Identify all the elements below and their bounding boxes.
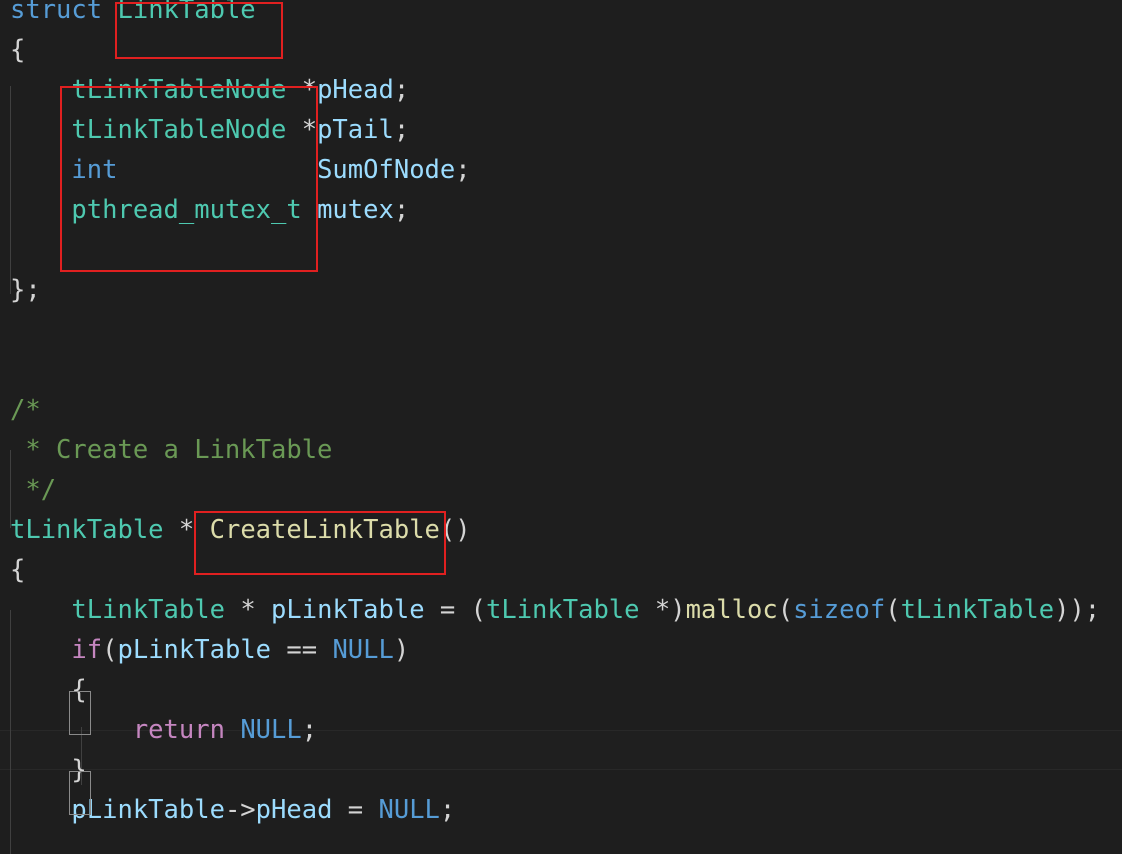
code-token: ( [885, 595, 901, 625]
code-token: ) [670, 595, 686, 625]
code-token: * [240, 595, 256, 625]
code-token: ; [439, 795, 456, 825]
code-token: ; [455, 155, 471, 185]
code-token: pLinkTable [71, 795, 225, 825]
code-token: NULL [240, 715, 302, 745]
code-token: = ( [424, 595, 486, 625]
code-token: -> [224, 795, 256, 825]
code-token: mutex [317, 195, 394, 225]
code-token: * [301, 75, 318, 105]
code-token: tLinkTable [10, 515, 164, 545]
code-token: pLinkTable [271, 595, 425, 625]
line-if-open-brace[interactable]: { [0, 670, 1122, 710]
code-token: NULL [378, 795, 440, 825]
line-field-ptail[interactable]: tLinkTableNode *pTail; [0, 110, 1122, 150]
line-struct-close-brace[interactable]: }; [0, 270, 1122, 310]
line-if-close-brace[interactable]: } [0, 750, 1122, 790]
code-token: ; [393, 75, 410, 105]
line-comment-body[interactable]: * Create a LinkTable [0, 430, 1122, 470]
code-token: tLinkTable [900, 595, 1055, 625]
line-blank-1[interactable] [0, 230, 1122, 270]
code-token: tLinkTableNode [71, 75, 287, 105]
line-struct-open-brace[interactable]: { [0, 30, 1122, 70]
code-token: ; [393, 115, 410, 145]
code-token: ( [777, 595, 794, 625]
code-token: pTail [317, 115, 394, 145]
line-comment-close[interactable]: */ [0, 470, 1122, 510]
code-token: tLinkTable [71, 595, 225, 625]
code-token: if [71, 635, 103, 665]
code-token: pHead [255, 795, 333, 825]
line-malloc[interactable]: tLinkTable * pLinkTable = (tLinkTable *)… [0, 590, 1122, 630]
line-field-mutex[interactable]: pthread_mutex_t mutex; [0, 190, 1122, 230]
code-token: { [10, 675, 87, 705]
code-token: SumOfNode [317, 155, 456, 185]
code-token: struct [10, 0, 103, 25]
code-token: }; [10, 275, 41, 305]
code-token: CreateLinkTable [209, 515, 440, 545]
code-text-layer[interactable]: struct LinkTable{ tLinkTableNode *pHead;… [0, 0, 1122, 830]
code-token: return [132, 715, 225, 745]
line-blank-2[interactable] [0, 310, 1122, 350]
line-field-phead[interactable]: tLinkTableNode *pHead; [0, 70, 1122, 110]
code-token: * [178, 515, 195, 545]
code-token: tLinkTable [485, 595, 640, 625]
code-token: malloc [685, 595, 778, 625]
code-token: * Create a LinkTable [10, 435, 333, 465]
code-token: } [10, 755, 87, 785]
line-comment-open[interactable]: /* [0, 390, 1122, 430]
line-return-null[interactable]: return NULL; [0, 710, 1122, 750]
line-struct-decl[interactable]: struct LinkTable [0, 0, 1122, 30]
code-token: pthread_mutex_t [71, 195, 302, 225]
code-token: */ [10, 475, 57, 505]
code-token: NULL [332, 635, 394, 665]
line-function-open-brace[interactable]: { [0, 550, 1122, 590]
line-assign-phead[interactable]: pLinkTable->pHead = NULL; [0, 790, 1122, 830]
code-token: ( [102, 635, 118, 665]
code-token: () [439, 515, 471, 545]
code-token: LinkTable [117, 0, 256, 25]
code-token: tLinkTableNode [71, 115, 287, 145]
code-token: { [10, 555, 26, 585]
code-token: { [10, 35, 26, 65]
code-token: ; [301, 715, 318, 745]
code-editor-viewport[interactable]: struct LinkTable{ tLinkTableNode *pHead;… [0, 0, 1122, 854]
code-token: ) [393, 635, 410, 665]
code-token: int [71, 155, 118, 185]
code-token: = [332, 795, 379, 825]
code-token: == [271, 635, 333, 665]
code-token: pLinkTable [117, 635, 272, 665]
line-blank-3[interactable] [0, 350, 1122, 390]
code-token: /* [10, 395, 41, 425]
code-token: * [654, 595, 671, 625]
code-token: * [301, 115, 318, 145]
code-token: pHead [317, 75, 394, 105]
code-token: sizeof [793, 595, 886, 625]
line-function-signature[interactable]: tLinkTable * CreateLinkTable() [0, 510, 1122, 550]
line-if-null-check[interactable]: if(pLinkTable == NULL) [0, 630, 1122, 670]
code-token: ; [393, 195, 410, 225]
code-token: )); [1054, 595, 1101, 625]
line-field-sumofnode[interactable]: int SumOfNode; [0, 150, 1122, 190]
